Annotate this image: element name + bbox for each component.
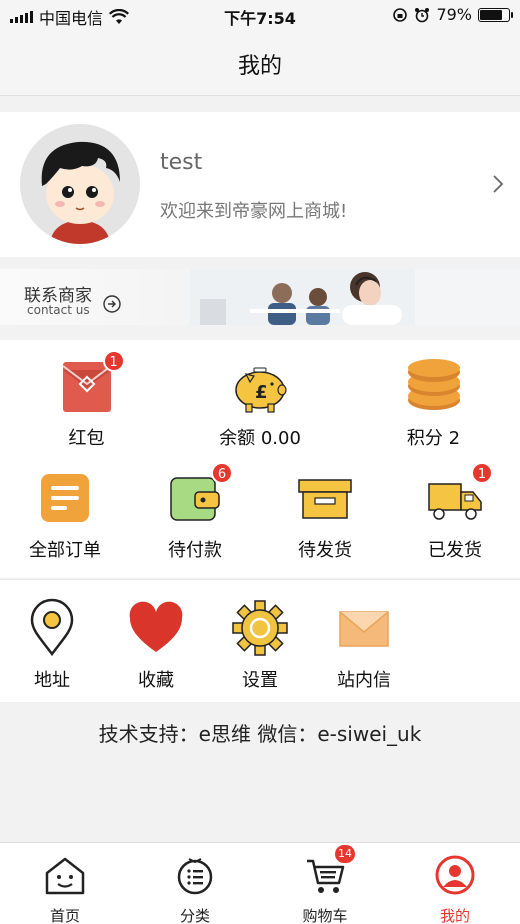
wallet-icon: 6	[165, 462, 233, 528]
address-label: 地址	[34, 670, 70, 691]
username: test	[160, 150, 203, 175]
tab-home-label: 首页	[49, 907, 80, 924]
wallet-item-red-envelope[interactable]: 1 红包	[0, 350, 173, 450]
tool-item-favorites[interactable]: 收藏	[104, 598, 208, 692]
welcome-text: 欢迎来到帝豪网上商城!	[160, 201, 348, 222]
chevron-right-icon[interactable]	[492, 174, 504, 194]
tool-item-settings[interactable]: 设置	[208, 598, 312, 692]
contact-subtitle: contact us	[27, 303, 90, 317]
arrow-circle-right-icon	[103, 295, 121, 313]
shipped-label: 已发货	[428, 540, 482, 561]
tab-bar: 首页 分类 14 购物车 我的	[0, 842, 520, 924]
tool-item-address[interactable]: 地址	[0, 598, 104, 692]
alarm-icon	[415, 7, 430, 22]
order-all-label: 全部订单	[29, 540, 101, 561]
tab-home[interactable]: 首页	[0, 843, 130, 924]
battery-icon	[478, 7, 513, 22]
order-item-shipped[interactable]: 1 已发货	[390, 462, 520, 562]
user-icon	[435, 855, 475, 895]
balance-label: 余额 0.00	[219, 428, 301, 449]
tech-support-text: 技术支持：e思维 微信：e-siwei_uk	[98, 722, 422, 746]
tool-item-messages[interactable]: 站内信	[312, 598, 416, 692]
red-envelope-label: 红包	[68, 428, 105, 449]
pending-payment-label: 待付款	[168, 540, 222, 561]
wallet-row: 1 红包 £ 余额 0.00 积分 2	[0, 350, 520, 450]
tab-cart-label: 购物车	[302, 907, 348, 924]
coin-stack-icon	[404, 356, 464, 416]
order-item-to-ship[interactable]: 待发货	[260, 468, 390, 562]
profile-card[interactable]: test 欢迎来到帝豪网上商城!	[0, 112, 520, 257]
wallet-item-balance[interactable]: £ 余额 0.00	[173, 356, 347, 450]
gear-icon	[230, 598, 290, 658]
piggy-bank-icon: £	[230, 356, 290, 416]
cartoon-avatar-icon	[20, 124, 140, 244]
truck-icon: 1	[425, 462, 493, 528]
home-icon	[45, 857, 85, 895]
svg-text:£: £	[255, 382, 268, 403]
nav-bar: 我的	[0, 30, 520, 96]
heart-icon	[126, 598, 186, 658]
cart-badge: 14	[335, 845, 355, 863]
favorites-label: 收藏	[138, 670, 174, 691]
category-icon	[177, 858, 213, 895]
rotation-lock-icon	[393, 7, 408, 22]
order-item-all[interactable]: 全部订单	[0, 468, 130, 562]
wallet-item-points[interactable]: 积分 2	[347, 356, 520, 450]
to-ship-label: 待发货	[298, 540, 352, 561]
tab-category-label: 分类	[179, 907, 210, 924]
tab-mine-label: 我的	[439, 907, 470, 924]
points-label: 积分 2	[406, 428, 461, 449]
status-bar: 中国电信 下午7:54 79%	[0, 0, 520, 30]
messages-label: 站内信	[337, 670, 391, 691]
tools-row: 地址 收藏 设置 站内信	[0, 598, 520, 692]
settings-label: 设置	[242, 670, 278, 691]
box-icon	[295, 468, 355, 528]
red-envelope-badge: 1	[102, 350, 125, 372]
envelope-icon	[334, 598, 394, 658]
contact-banner[interactable]: 联系商家 contact us	[0, 269, 520, 325]
red-envelope-icon: 1	[57, 350, 125, 416]
location-pin-icon	[22, 598, 82, 658]
status-right: 79%	[392, 5, 513, 24]
battery-percent: 79%	[436, 5, 472, 24]
shipped-badge: 1	[471, 462, 493, 484]
avatar[interactable]	[20, 124, 140, 244]
pending-payment-badge: 6	[211, 462, 233, 484]
tools-section: 地址 收藏 设置 站内信	[0, 580, 520, 702]
tab-category[interactable]: 分类	[130, 843, 260, 924]
account-grid: 1 红包 £ 余额 0.00 积分 2 全部订单 6 待付款 待发货 1 已发货	[0, 340, 520, 578]
order-list-icon	[35, 468, 95, 528]
customer-service-illustration	[190, 269, 520, 325]
tab-cart[interactable]: 14 购物车	[260, 843, 390, 924]
order-item-pending-payment[interactable]: 6 待付款	[130, 462, 260, 562]
orders-row: 全部订单 6 待付款 待发货 1 已发货	[0, 462, 520, 562]
page-title: 我的	[237, 54, 282, 79]
tab-mine[interactable]: 我的	[390, 843, 520, 924]
